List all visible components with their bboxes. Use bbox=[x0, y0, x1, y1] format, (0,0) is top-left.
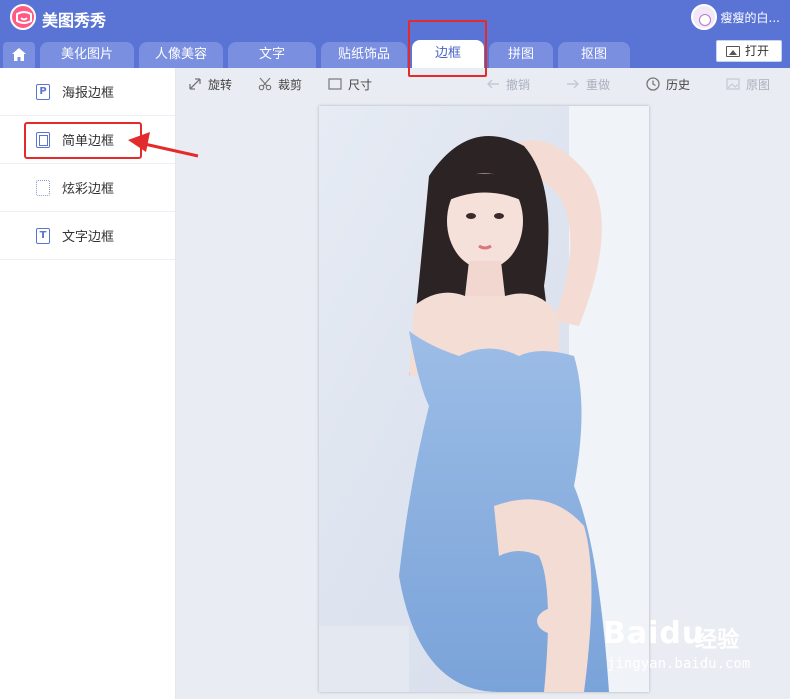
open-button-label: 打开 bbox=[745, 44, 770, 58]
size-button[interactable]: 尺寸 bbox=[328, 76, 372, 92]
size-label: 尺寸 bbox=[348, 77, 373, 92]
rotate-icon bbox=[189, 78, 201, 90]
sidebar-item-text-border[interactable]: T 文字边框 bbox=[0, 212, 175, 260]
clock-icon bbox=[646, 77, 660, 91]
sidebar-item-label: 文字边框 bbox=[62, 230, 115, 245]
colorful-border-icon bbox=[36, 179, 50, 196]
avatar[interactable] bbox=[690, 4, 717, 30]
tab-beautify[interactable]: 美化图片 bbox=[40, 42, 134, 68]
tab-stickers[interactable]: 贴纸饰品 bbox=[321, 42, 407, 68]
tab-cutout[interactable]: 抠图 bbox=[558, 42, 630, 68]
tab-portrait[interactable]: 人像美容 bbox=[139, 42, 223, 68]
rotate-button[interactable]: 旋转 bbox=[188, 76, 232, 92]
image-icon bbox=[726, 46, 740, 57]
original-button[interactable]: 原图 bbox=[726, 76, 770, 92]
size-icon bbox=[328, 78, 342, 90]
app-name: 美图秀秀 bbox=[42, 11, 107, 30]
redo-arrow-icon bbox=[567, 79, 579, 89]
undo-arrow-icon bbox=[487, 79, 499, 89]
user-menu[interactable]: 瘦瘦的白... bbox=[690, 3, 780, 31]
home-icon bbox=[12, 48, 26, 61]
history-label: 历史 bbox=[666, 77, 691, 92]
sidebar-item-colorful-border[interactable]: 炫彩边框 bbox=[0, 164, 175, 212]
title-bar: 美图秀秀 瘦瘦的白... bbox=[0, 0, 790, 34]
watermark-brand: Baidu bbox=[603, 616, 705, 651]
original-image-icon bbox=[726, 78, 740, 90]
undo-label: 撤销 bbox=[506, 77, 531, 92]
username[interactable]: 瘦瘦的白... bbox=[721, 9, 780, 26]
open-button[interactable]: 打开 bbox=[716, 40, 782, 62]
crop-button[interactable]: 裁剪 bbox=[258, 76, 302, 92]
sidebar-item-label: 海报边框 bbox=[62, 86, 115, 101]
sidebar: P 海报边框 简单边框 炫彩边框 T 文字边框 bbox=[0, 68, 176, 699]
tab-collage[interactable]: 拼图 bbox=[489, 42, 553, 68]
history-button[interactable]: 历史 bbox=[646, 76, 690, 92]
photo-canvas[interactable] bbox=[319, 106, 649, 692]
home-tab[interactable] bbox=[3, 42, 35, 68]
undo-button[interactable]: 撤销 bbox=[486, 76, 530, 92]
text-border-icon: T bbox=[36, 227, 50, 244]
original-label: 原图 bbox=[746, 77, 771, 92]
scissors-icon bbox=[258, 77, 272, 91]
redo-button[interactable]: 重做 bbox=[566, 76, 610, 92]
watermark: Baidu 经验 jingyan.baidu.com bbox=[603, 616, 753, 692]
sidebar-item-label: 炫彩边框 bbox=[62, 182, 115, 197]
rotate-label: 旋转 bbox=[208, 77, 233, 92]
app-logo-icon bbox=[10, 4, 36, 30]
tab-text[interactable]: 文字 bbox=[228, 42, 316, 68]
tab-bar: 美化图片 人像美容 文字 贴纸饰品 边框 拼图 抠图 打开 bbox=[0, 34, 790, 68]
poster-border-icon: P bbox=[36, 83, 50, 100]
sidebar-item-poster-border[interactable]: P 海报边框 bbox=[0, 68, 175, 116]
watermark-product: 经验 bbox=[695, 628, 740, 653]
highlight-box-simple-border bbox=[24, 122, 142, 159]
watermark-url: jingyan.baidu.com bbox=[607, 656, 751, 672]
portrait-photo bbox=[319, 106, 649, 692]
redo-label: 重做 bbox=[586, 77, 611, 92]
crop-label: 裁剪 bbox=[278, 77, 303, 92]
highlight-box-border-tab bbox=[408, 20, 487, 77]
